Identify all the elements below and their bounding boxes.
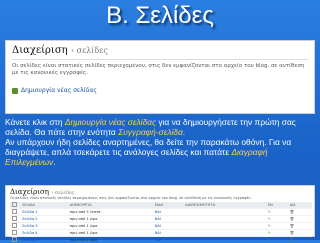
instr-text: Κάνετε κλικ στη <box>5 117 65 127</box>
row-checkbox[interactable] <box>12 230 17 235</box>
row-checkbox[interactable] <box>12 223 17 228</box>
delete-icon[interactable]: 🗑 <box>288 230 312 237</box>
admin-header: Διαχείριση › σελίδες <box>6 186 314 196</box>
row-select <box>10 216 20 223</box>
created-cell: πριν από 1 ώρα <box>68 223 153 230</box>
type-cell: ΝΑΙ <box>153 209 183 216</box>
row-select <box>10 230 20 237</box>
instr-section-link: Συγγραφή-σελίδα <box>118 127 183 137</box>
divider <box>12 59 308 60</box>
instructions-text: Κάνετε κλικ στη Δημιουργία νέας σελίδας … <box>5 117 317 167</box>
table-row: Σελίδα 4 πριν από 1 ώρα ΝΑΙ ✎ 🗑 <box>10 230 312 237</box>
edit-icon[interactable]: ✎ <box>266 223 288 230</box>
page-title-link[interactable]: Σελίδα 1 <box>20 209 68 216</box>
table-row: Σελίδα 2 πριν από 1 ώρα ΝΑΙ ✎ 🗑 <box>10 216 312 223</box>
edit-icon[interactable]: ✎ <box>266 216 288 223</box>
delete-icon[interactable]: 🗑 <box>288 209 312 216</box>
page-title-link[interactable]: Σελίδα 3 <box>20 223 68 230</box>
pages-admin-screenshot: Διαχείριση › σελίδες Οι σελίδες είναι στ… <box>5 40 315 114</box>
page-title-link[interactable]: Σελίδα 4 <box>20 230 68 237</box>
table-row: Σελίδα 1 πριν από 5 λεπτά ΝΑΙ ✎ 🗑 <box>10 209 312 216</box>
pages-description: Οι σελίδες είναι στατικές σελίδες περιεχ… <box>6 63 314 77</box>
type-cell: ΝΑΙ <box>153 216 183 223</box>
admin-header: Διαχείριση › σελίδες <box>6 41 314 56</box>
instr-create-link: Δημιουργία νέας σελίδας <box>65 117 156 127</box>
row-select <box>10 209 20 216</box>
admin-header-sub: › σελίδες <box>71 46 108 55</box>
create-page-label: Δημιουργία νέας σελίδας <box>21 87 97 94</box>
pages-table: ΣΕΛΙΔΑ ΔΗΜΙΟΥΡΓΙΑ ΕΙΔΗ ΔΙΑΘΕΣΙΜΟΤΗΤΑ ΕΝ … <box>10 202 312 243</box>
type-cell: ΝΑΙ <box>153 230 183 237</box>
select-all-checkbox[interactable] <box>12 202 17 207</box>
pages-list-screenshot: Διαχείριση › σελίδες Οι σελίδες είναι στ… <box>5 185 315 237</box>
row-checkbox[interactable] <box>12 216 17 221</box>
instr-text: . <box>53 157 55 167</box>
created-cell: πριν από 1 ώρα <box>68 230 153 237</box>
type-cell: ΝΑΙ <box>153 223 183 230</box>
pages-description: Οι σελίδες είναι στατικές σελίδες περιεχ… <box>6 196 314 201</box>
row-select <box>10 223 20 230</box>
page-title-link[interactable]: Σελίδα 2 <box>20 216 68 223</box>
created-cell: πριν από 5 λεπτά <box>68 209 153 216</box>
table-row: Σελίδα 3 πριν από 1 ώρα ΝΑΙ ✎ 🗑 <box>10 223 312 230</box>
add-page-icon <box>12 88 18 94</box>
instr-text: . <box>183 127 185 137</box>
delete-icon[interactable]: 🗑 <box>288 223 312 230</box>
admin-header-title: Διαχείριση <box>12 45 68 56</box>
slide-title: Β. Σελίδες <box>0 2 320 30</box>
edit-icon[interactable]: ✎ <box>266 230 288 237</box>
edit-icon[interactable]: ✎ <box>266 209 288 216</box>
admin-header-title: Διαχείριση <box>10 188 49 196</box>
row-checkbox[interactable] <box>12 209 17 214</box>
created-cell: πριν από 1 ώρα <box>68 216 153 223</box>
delete-icon[interactable]: 🗑 <box>288 216 312 223</box>
create-page-link[interactable]: Δημιουργία νέας σελίδας <box>6 77 314 94</box>
